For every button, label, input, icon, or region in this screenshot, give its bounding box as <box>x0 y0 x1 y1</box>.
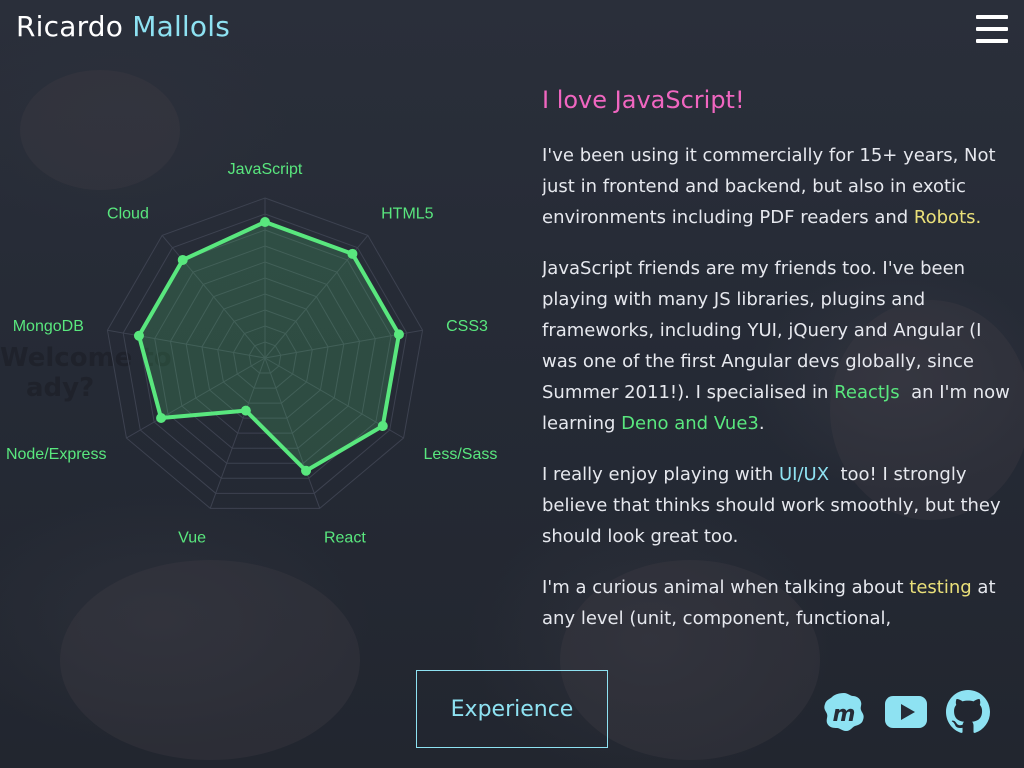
radar-point-javascript <box>260 217 270 227</box>
radar-point-react <box>301 465 312 476</box>
radar-label-html5: HTML5 <box>381 205 434 222</box>
site-header: Ricardo Mallols <box>16 10 230 43</box>
radar-label-react: React <box>324 530 366 547</box>
paragraph-javascript: I've been using it commercially for 15+ … <box>542 145 996 228</box>
deno-vue3-link[interactable]: Deno and Vue3 <box>621 413 759 434</box>
paragraph-testing: I'm a curious animal when talking about … <box>542 577 996 629</box>
testing-link[interactable]: testing <box>909 577 971 598</box>
svg-text:m: m <box>833 702 856 727</box>
paragraph-frameworks: JavaScript friends are my friends too. I… <box>542 258 1010 434</box>
hamburger-menu-icon[interactable] <box>976 15 1008 43</box>
radar-label-node-express: Node/Express <box>6 446 107 463</box>
radar-label-css3: CSS3 <box>446 318 488 335</box>
first-name: Ricardo <box>16 10 124 43</box>
github-icon <box>946 690 990 733</box>
experience-button[interactable]: Experience <box>416 670 608 748</box>
meetup-link[interactable]: m <box>822 690 866 734</box>
last-name: Mallols <box>132 10 231 43</box>
github-link[interactable] <box>946 690 990 734</box>
radar-point-less-sass <box>377 421 388 431</box>
main-content: I love JavaScript! I've been using it co… <box>542 80 1012 636</box>
radar-point-mongodb <box>133 330 144 341</box>
youtube-link[interactable] <box>884 690 928 734</box>
meetup-icon: m <box>824 693 864 731</box>
radar-point-node-express <box>156 413 167 423</box>
radar-label-vue: Vue <box>178 530 206 547</box>
youtube-icon <box>885 696 927 728</box>
skills-radar-chart: JavaScript HTML5 CSS3 Less/Sass React Vue Node… <box>6 161 498 547</box>
paragraph-uiux: I really enjoy playing with UI/UX too! I… <box>542 464 1007 547</box>
robots-link[interactable]: Robots. <box>914 207 981 228</box>
radar-point-cloud <box>177 254 188 265</box>
radar-label-javascript: JavaScript <box>228 161 303 178</box>
site-title[interactable]: Ricardo Mallols <box>16 10 230 43</box>
radar-label-mongodb: MongoDB <box>13 318 84 335</box>
radar-label-cloud: Cloud <box>107 205 149 222</box>
uiux-link[interactable]: UI/UX <box>779 464 829 485</box>
radar-label-less-sass: Less/Sass <box>424 446 498 463</box>
radar-point-html5 <box>347 248 358 259</box>
headline: I love JavaScript! <box>542 86 745 114</box>
radar-point-vue <box>240 405 251 416</box>
reactjs-link[interactable]: ReactJs <box>834 382 899 403</box>
radar-point-css3 <box>393 329 404 340</box>
